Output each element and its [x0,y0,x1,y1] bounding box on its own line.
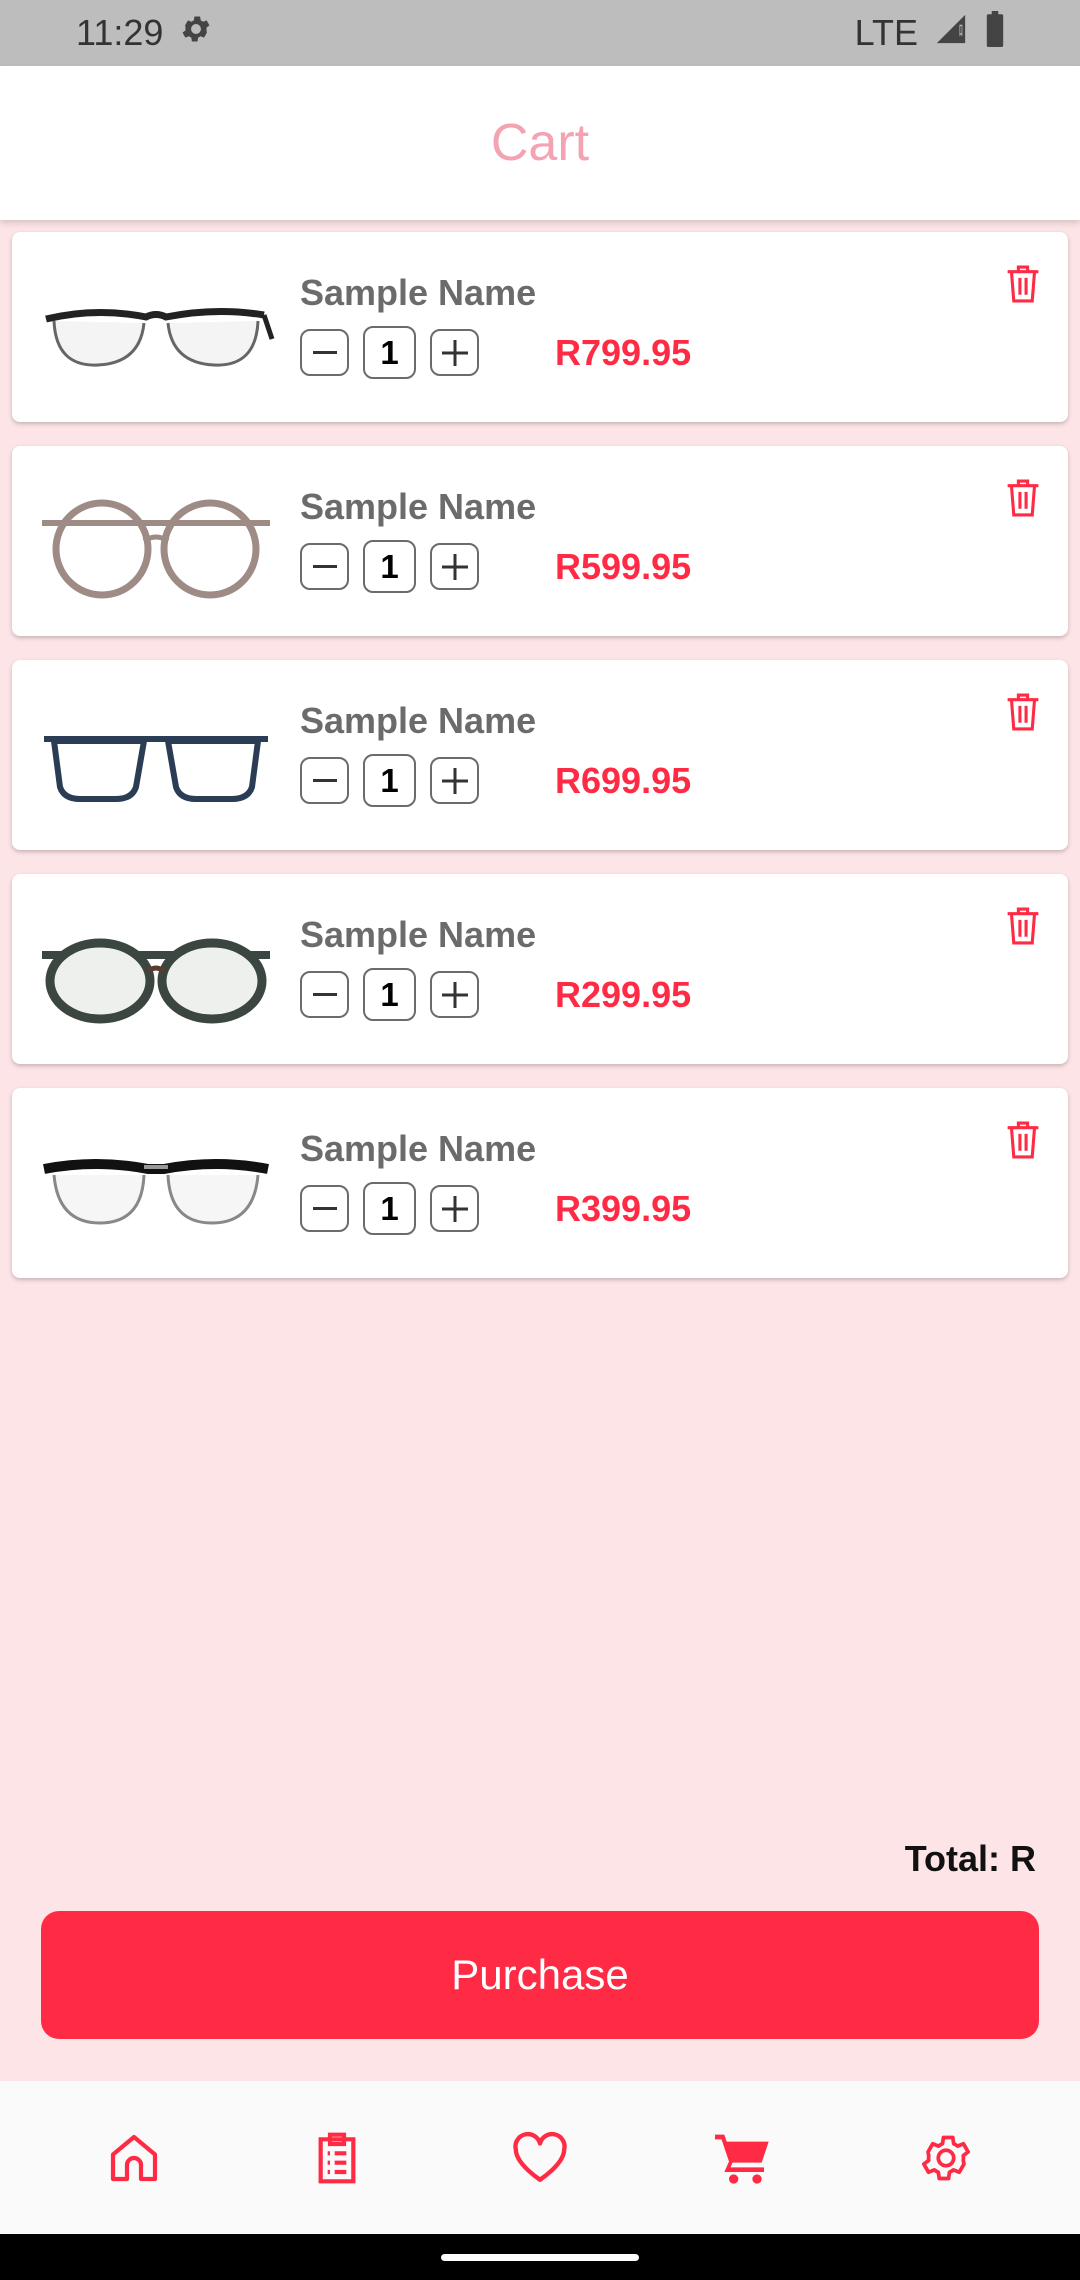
decrease-button[interactable] [300,971,349,1018]
nav-settings[interactable] [916,2128,976,2188]
minus-icon [312,1206,337,1210]
glasses-image [42,499,270,599]
minus-icon [312,992,337,996]
plus-icon [441,339,468,366]
increase-button[interactable] [430,329,479,376]
settings-icon [179,12,213,55]
glasses-image [44,736,268,802]
trash-icon [1007,693,1039,731]
trash-icon [1007,907,1039,945]
nav-home[interactable] [104,2128,164,2188]
trash-icon [1007,1121,1039,1159]
item-name: Sample Name [300,486,537,527]
delete-button[interactable] [1004,1120,1042,1160]
nav-orders[interactable] [307,2128,367,2188]
heart-icon [513,2131,567,2182]
cart-list: Sample Name 1 R799.95 Sample Name 1 R599… [12,232,1068,1302]
bottom-nav [0,2081,1080,2234]
item-price: R399.95 [555,1187,692,1229]
cart-item: Sample Name 1 R799.95 [12,232,1068,422]
delete-button[interactable] [1004,478,1042,518]
minus-icon [312,778,337,782]
glasses-image [42,938,270,1024]
nav-favorites[interactable] [510,2128,570,2188]
quantity-stepper: 1 R399.95 [300,1182,691,1235]
decrease-button[interactable] [300,757,349,804]
home-icon [110,2134,157,2181]
item-name: Sample Name [300,1128,537,1169]
glasses-image [43,1159,269,1225]
signal-icon [934,12,968,55]
gear-icon [922,2135,971,2180]
plus-icon [441,553,468,580]
quantity-value: 1 [363,1182,416,1235]
purchase-button[interactable]: Purchase [41,1911,1039,2039]
trash-icon [1007,265,1039,303]
quantity-stepper: 1 R699.95 [300,754,691,807]
decrease-button[interactable] [300,1185,349,1232]
quantity-stepper: 1 R299.95 [300,968,691,1021]
status-right: LTE [854,10,1006,56]
delete-button[interactable] [1004,264,1042,304]
increase-button[interactable] [430,543,479,590]
cart-total: Total: R [904,1838,1036,1879]
item-name: Sample Name [300,914,537,955]
page-title: Cart [490,114,590,172]
quantity-stepper: 1 R599.95 [300,540,691,593]
cart-item: Sample Name 1 R299.95 [12,874,1068,1064]
quantity-stepper: 1 R799.95 [300,326,691,379]
item-price: R599.95 [555,545,692,587]
plus-icon [441,767,468,794]
plus-icon [441,1195,468,1222]
cart-icon [715,2134,769,2184]
increase-button[interactable] [430,1185,479,1232]
minus-icon [312,564,337,568]
status-left: 11:29 [76,12,213,55]
battery-icon [984,10,1006,56]
item-price: R799.95 [555,331,692,373]
quantity-value: 1 [363,540,416,593]
cart-item: Sample Name 1 R599.95 [12,446,1068,636]
delete-button[interactable] [1004,906,1042,946]
glasses-image [45,307,275,367]
cart-item: Sample Name 1 R399.95 [12,1088,1068,1278]
quantity-value: 1 [363,754,416,807]
nav-cart[interactable] [713,2128,773,2188]
home-indicator[interactable] [441,2253,639,2261]
cart-item: Sample Name 1 R699.95 [12,660,1068,850]
quantity-value: 1 [363,968,416,1021]
increase-button[interactable] [430,757,479,804]
minus-icon [312,350,337,354]
item-name: Sample Name [300,272,537,313]
system-nav-bar [0,2234,1080,2280]
status-bar: 11:29 LTE [0,0,1080,66]
quantity-value: 1 [363,326,416,379]
item-name: Sample Name [300,700,537,741]
orders-icon [318,2132,356,2183]
delete-button[interactable] [1004,692,1042,732]
item-price: R299.95 [555,973,692,1015]
increase-button[interactable] [430,971,479,1018]
decrease-button[interactable] [300,543,349,590]
item-price: R699.95 [555,759,692,801]
app-bar: Cart [0,66,1080,220]
network-label: LTE [854,12,918,53]
status-time: 11:29 [76,12,164,53]
trash-icon [1007,479,1039,517]
decrease-button[interactable] [300,329,349,376]
plus-icon [441,981,468,1008]
